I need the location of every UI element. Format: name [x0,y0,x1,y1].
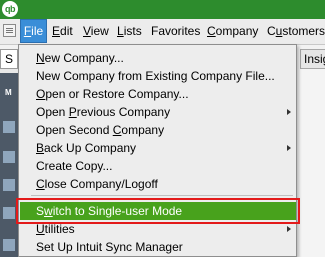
menu-item-set-up-intuit-sync-manager[interactable]: Set Up Intuit Sync Manager [20,238,296,256]
people-icon[interactable] [3,151,15,163]
menu-file-rest: ile [31,24,44,38]
submenu-arrow-icon [287,145,291,151]
menu-item-utilities[interactable]: Utilities [20,220,296,238]
menu-item-close-company-logoff[interactable]: Close Company/Logoff [20,175,296,193]
menu-item-create-copy[interactable]: Create Copy... [20,157,296,175]
title-bar: qb [0,0,325,19]
menu-item-open-previous-company[interactable]: Open Previous Company [20,103,296,121]
menu-item-new-company[interactable]: New Company... [20,49,296,67]
submenu-arrow-icon [287,226,291,232]
calendar-icon[interactable] [3,207,15,219]
menu-item-back-up-company[interactable]: Back Up Company [20,139,296,157]
left-navigation-panel: M [0,73,18,257]
insights-tab[interactable]: Insig [300,49,325,69]
chat-icon[interactable] [3,179,15,191]
content-area [297,69,325,257]
menu-lists[interactable]: Lists [117,19,142,44]
menu-bar: File Edit View Lists Favorites Company C… [0,19,325,45]
menu-separator [31,195,293,196]
quickbooks-logo-icon: qb [2,1,18,17]
menu-item-switch-to-single-user-mode[interactable]: Switch to Single-user Mode [16,198,300,224]
reports-icon[interactable] [3,239,15,251]
home-icon[interactable] [3,121,15,133]
menu-file[interactable]: File [20,19,47,43]
menu-company[interactable]: Company [207,19,258,44]
menu-item-open-or-restore-company[interactable]: Open or Restore Company... [20,85,296,103]
menu-item-open-second-company[interactable]: Open Second Company [20,121,296,139]
menu-favorites[interactable]: Favorites [151,19,200,44]
window-menu-icon[interactable] [3,24,16,37]
menu-customers[interactable]: Customers [267,19,325,44]
submenu-arrow-icon [287,109,291,115]
file-menu-dropdown: New Company... New Company from Existing… [16,44,300,257]
left-search-input[interactable]: S [0,49,18,69]
menu-edit[interactable]: Edit [52,19,73,44]
nav-label: M [5,88,12,97]
menu-view[interactable]: View [83,19,109,44]
menu-item-new-company-from-existing[interactable]: New Company from Existing Company File..… [20,67,296,85]
